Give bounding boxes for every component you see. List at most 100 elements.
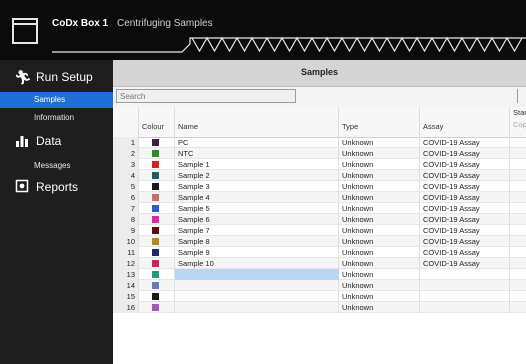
colour-cell[interactable] [139, 192, 175, 203]
type-cell[interactable]: Unknown [339, 291, 420, 302]
table-row[interactable]: 3 Sample 1 Unknown COVID-19 Assay [113, 159, 526, 170]
assay-cell[interactable] [420, 302, 510, 313]
colour-cell[interactable] [139, 214, 175, 225]
assay-cell[interactable]: COVID-19 Assay [420, 214, 510, 225]
standard-cell[interactable] [510, 148, 526, 159]
assay-cell[interactable]: COVID-19 Assay [420, 137, 510, 148]
colour-swatch[interactable] [152, 194, 159, 201]
header-name[interactable]: Name [175, 107, 339, 137]
colour-cell[interactable] [139, 236, 175, 247]
colour-cell[interactable] [139, 225, 175, 236]
standard-cell[interactable] [510, 214, 526, 225]
type-cell[interactable]: Unknown [339, 203, 420, 214]
colour-swatch[interactable] [152, 293, 159, 300]
type-cell[interactable]: Unknown [339, 148, 420, 159]
header-assay[interactable]: Assay [420, 107, 510, 137]
name-cell[interactable]: Sample 2 [175, 170, 339, 181]
table-row[interactable]: 14 Unknown [113, 280, 526, 291]
colour-cell[interactable] [139, 269, 175, 280]
name-cell[interactable]: Sample 1 [175, 159, 339, 170]
sidebar-item-messages[interactable]: Messages [0, 158, 113, 174]
assay-cell[interactable] [420, 280, 510, 291]
standard-cell[interactable] [510, 170, 526, 181]
assay-cell[interactable]: COVID-19 Assay [420, 247, 510, 258]
sidebar-item-samples[interactable]: Samples [0, 92, 113, 108]
header-colour[interactable]: Colour [139, 107, 175, 137]
assay-cell[interactable]: COVID-19 Assay [420, 192, 510, 203]
table-row[interactable]: 7 Sample 5 Unknown COVID-19 Assay [113, 203, 526, 214]
colour-swatch[interactable] [152, 227, 159, 234]
box-icon[interactable] [12, 18, 38, 44]
table-row[interactable]: 12 Sample 10 Unknown COVID-19 Assay [113, 258, 526, 269]
standard-cell[interactable] [510, 247, 526, 258]
colour-swatch[interactable] [152, 172, 159, 179]
name-cell[interactable] [175, 302, 339, 313]
colour-cell[interactable] [139, 291, 175, 302]
standard-cell[interactable] [510, 159, 526, 170]
type-cell[interactable]: Unknown [339, 214, 420, 225]
type-cell[interactable]: Unknown [339, 170, 420, 181]
table-row[interactable]: 6 Sample 4 Unknown COVID-19 Assay [113, 192, 526, 203]
table-row[interactable]: 11 Sample 9 Unknown COVID-19 Assay [113, 247, 526, 258]
standard-cell[interactable] [510, 137, 526, 148]
name-edit-field[interactable] [175, 269, 339, 280]
table-row[interactable]: 16 Unknown [113, 302, 526, 313]
standard-cell[interactable] [510, 280, 526, 291]
sidebar-item-run-setup[interactable]: 🏃︎ Run Setup [0, 66, 113, 88]
assay-cell[interactable]: COVID-19 Assay [420, 203, 510, 214]
header-standard[interactable]: Stand Copi [510, 107, 526, 137]
standard-cell[interactable] [510, 225, 526, 236]
name-cell[interactable]: Sample 10 [175, 258, 339, 269]
name-cell[interactable]: Sample 5 [175, 203, 339, 214]
standard-cell[interactable] [510, 236, 526, 247]
standard-cell[interactable] [510, 291, 526, 302]
name-cell[interactable]: Sample 6 [175, 214, 339, 225]
name-cell[interactable] [175, 291, 339, 302]
colour-cell[interactable] [139, 137, 175, 148]
colour-cell[interactable] [139, 159, 175, 170]
colour-swatch[interactable] [152, 282, 159, 289]
standard-cell[interactable] [510, 203, 526, 214]
assay-cell[interactable] [420, 291, 510, 302]
colour-swatch[interactable] [152, 139, 159, 146]
colour-cell[interactable] [139, 258, 175, 269]
assay-cell[interactable]: COVID-19 Assay [420, 159, 510, 170]
type-cell[interactable]: Unknown [339, 258, 420, 269]
colour-cell[interactable] [139, 247, 175, 258]
type-cell[interactable]: Unknown [339, 236, 420, 247]
assay-cell[interactable]: COVID-19 Assay [420, 258, 510, 269]
name-cell[interactable]: Sample 4 [175, 192, 339, 203]
sidebar-item-reports[interactable]: Reports [0, 176, 113, 198]
colour-swatch[interactable] [152, 238, 159, 245]
header-type[interactable]: Type [339, 107, 420, 137]
colour-cell[interactable] [139, 280, 175, 291]
name-cell[interactable] [175, 280, 339, 291]
table-row[interactable]: 4 Sample 2 Unknown COVID-19 Assay [113, 170, 526, 181]
colour-swatch[interactable] [152, 271, 159, 278]
table-row[interactable]: 1 PC Unknown COVID-19 Assay [113, 137, 526, 148]
assay-cell[interactable]: COVID-19 Assay [420, 236, 510, 247]
colour-swatch[interactable] [152, 249, 159, 256]
type-cell[interactable]: Unknown [339, 247, 420, 258]
standard-cell[interactable] [510, 269, 526, 280]
colour-swatch[interactable] [152, 150, 159, 157]
assay-cell[interactable]: COVID-19 Assay [420, 225, 510, 236]
colour-swatch[interactable] [152, 205, 159, 212]
name-cell[interactable]: Sample 7 [175, 225, 339, 236]
sidebar-item-information[interactable]: Information [0, 110, 113, 126]
colour-swatch[interactable] [152, 216, 159, 223]
colour-swatch[interactable] [152, 161, 159, 168]
type-cell[interactable]: Unknown [339, 302, 420, 313]
standard-cell[interactable] [510, 192, 526, 203]
type-cell[interactable]: Unknown [339, 280, 420, 291]
table-row[interactable]: 2 NTC Unknown COVID-19 Assay [113, 148, 526, 159]
type-cell[interactable]: Unknown [339, 225, 420, 236]
table-row[interactable]: 8 Sample 6 Unknown COVID-19 Assay [113, 214, 526, 225]
colour-swatch[interactable] [152, 304, 159, 311]
assay-cell[interactable]: COVID-19 Assay [420, 148, 510, 159]
assay-cell[interactable]: COVID-19 Assay [420, 181, 510, 192]
type-cell[interactable]: Unknown [339, 269, 420, 280]
name-cell[interactable]: Sample 8 [175, 236, 339, 247]
colour-cell[interactable] [139, 181, 175, 192]
colour-swatch[interactable] [152, 260, 159, 267]
